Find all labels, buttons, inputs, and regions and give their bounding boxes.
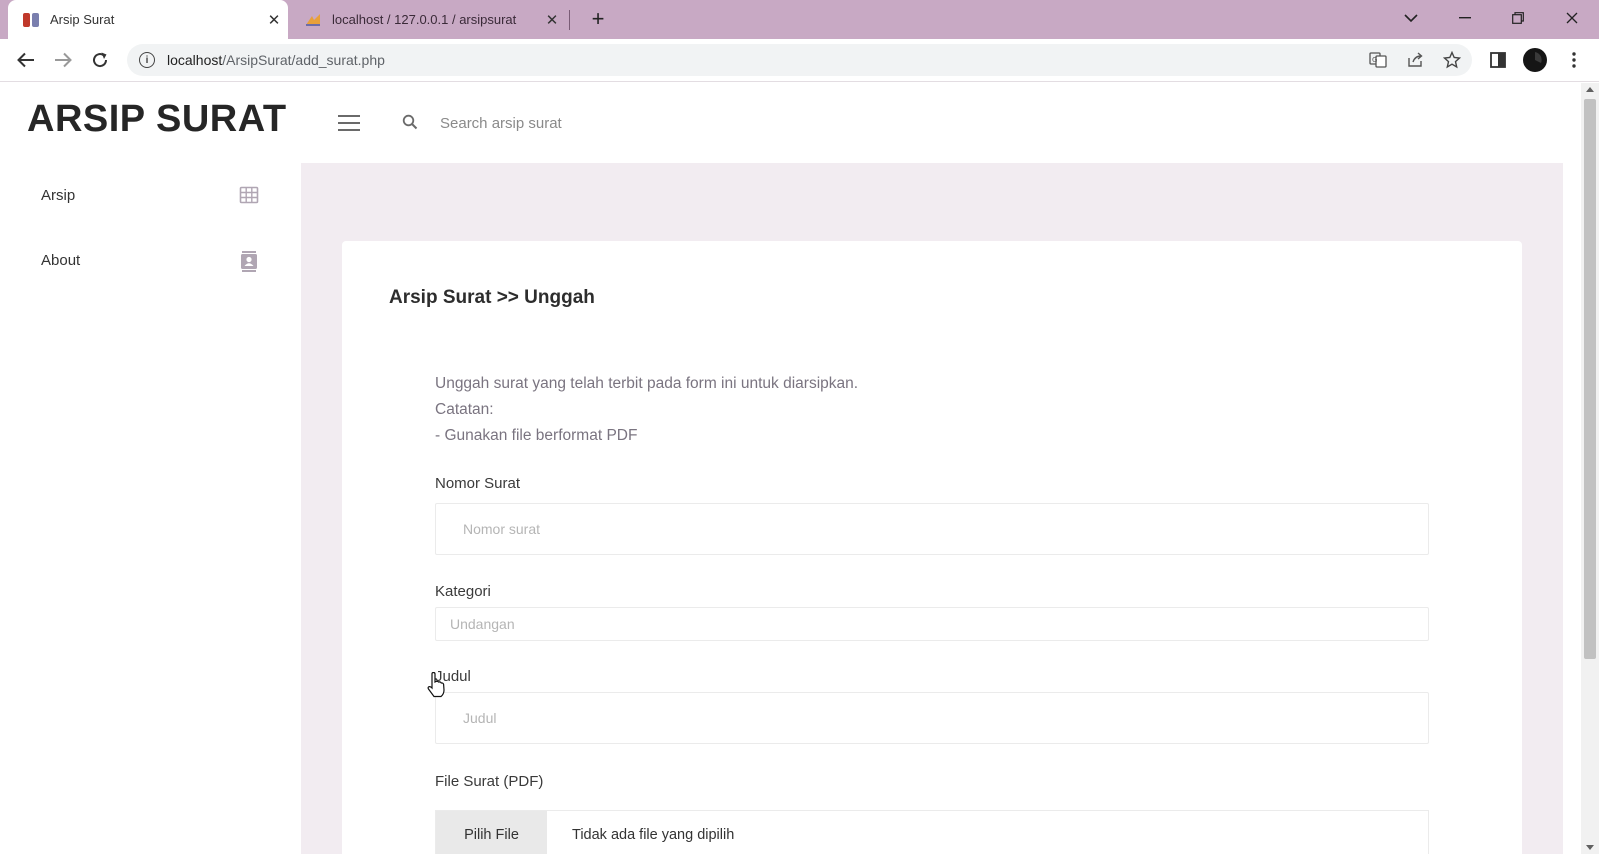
reload-icon[interactable] [85,45,115,75]
back-arrow-icon[interactable] [11,45,41,75]
kategori-label: Kategori [435,583,491,600]
browser-tab-inactive[interactable]: localhost / 127.0.0.1 / arsipsurat ✕ [290,0,566,39]
scroll-up-arrow-icon[interactable] [1586,87,1594,92]
search-input[interactable] [440,107,860,139]
restore-icon[interactable] [1495,0,1541,36]
menu-toggle-icon[interactable] [338,115,360,131]
phpmyadmin-favicon-icon [304,11,322,29]
bookmark-star-icon[interactable] [1440,49,1464,71]
judul-input[interactable] [435,692,1429,744]
sidebar-item-label: Arsip [41,186,76,204]
minimize-icon[interactable] [1442,0,1488,36]
sidebar-item-arsip[interactable]: Arsip [0,173,301,217]
upload-form-card: Arsip Surat >> Unggah Unggah surat yang … [342,241,1522,854]
new-tab-plus-icon[interactable]: + [584,4,612,34]
file-upload-input[interactable]: Pilih File Tidak ada file yang dipilih [435,810,1429,854]
scrollbar-thumb[interactable] [1584,99,1596,659]
profile-avatar[interactable] [1520,45,1550,75]
choose-file-button[interactable]: Pilih File [436,811,547,854]
forward-arrow-icon[interactable] [48,45,78,75]
page-scrollbar[interactable] [1581,83,1599,854]
close-window-icon[interactable] [1549,0,1595,36]
tab-title: localhost / 127.0.0.1 / arsipsurat [332,12,517,27]
site-brand[interactable]: ARSIP SURAT [27,98,287,141]
form-description: Unggah surat yang telah terbit pada form… [435,371,858,449]
scroll-down-arrow-icon[interactable] [1586,845,1594,850]
description-line: Catatan: [435,401,494,418]
file-status-text: Tidak ada file yang dipilih [572,827,735,843]
tab-separator [569,10,570,30]
description-line: Unggah surat yang telah terbit pada form… [435,375,859,392]
contact-card-icon [239,250,259,272]
tab-search-chevron-icon[interactable] [1388,0,1434,36]
browser-menu-icon[interactable] [1559,45,1589,75]
nomor-surat-input[interactable] [435,503,1429,555]
sidebar-item-label: About [41,251,81,269]
address-url: localhost/ArsipSurat/add_surat.php [167,52,385,68]
web-page: ARSIP SURAT Arsip About Arsip Surat >> U… [0,83,1581,854]
description-line: - Gunakan file berformat PDF [435,427,638,444]
app-favicon-icon [22,11,40,29]
sidebar: Arsip About [0,163,301,854]
kategori-select[interactable]: Undangan [435,607,1429,641]
tab-close-icon[interactable]: ✕ [538,11,566,29]
sidebar-item-about[interactable]: About [0,238,301,282]
file-surat-label: File Surat (PDF) [435,773,544,790]
main-content: Arsip Surat >> Unggah Unggah surat yang … [301,163,1563,854]
svg-text:G: G [1372,56,1377,64]
browser-tab-strip: Arsip Surat ✕ localhost / 127.0.0.1 / ar… [0,0,1599,39]
translate-icon[interactable]: G [1366,49,1390,71]
table-grid-icon [239,185,259,205]
tab-close-icon[interactable]: ✕ [260,11,288,29]
browser-tab-active[interactable]: Arsip Surat ✕ [8,0,288,39]
nomor-surat-label: Nomor Surat [435,475,521,492]
browser-toolbar: i localhost/ArsipSurat/add_surat.php G [0,39,1599,82]
hand-pointer-cursor-icon [425,671,447,698]
share-icon[interactable] [1403,49,1427,71]
address-bar[interactable]: i localhost/ArsipSurat/add_surat.php G [127,44,1472,76]
tab-title: Arsip Surat [50,12,115,27]
side-panel-icon[interactable] [1483,45,1513,75]
site-info-icon[interactable]: i [139,52,155,68]
page-title: Arsip Surat >> Unggah [389,287,595,308]
search-icon [402,114,420,132]
